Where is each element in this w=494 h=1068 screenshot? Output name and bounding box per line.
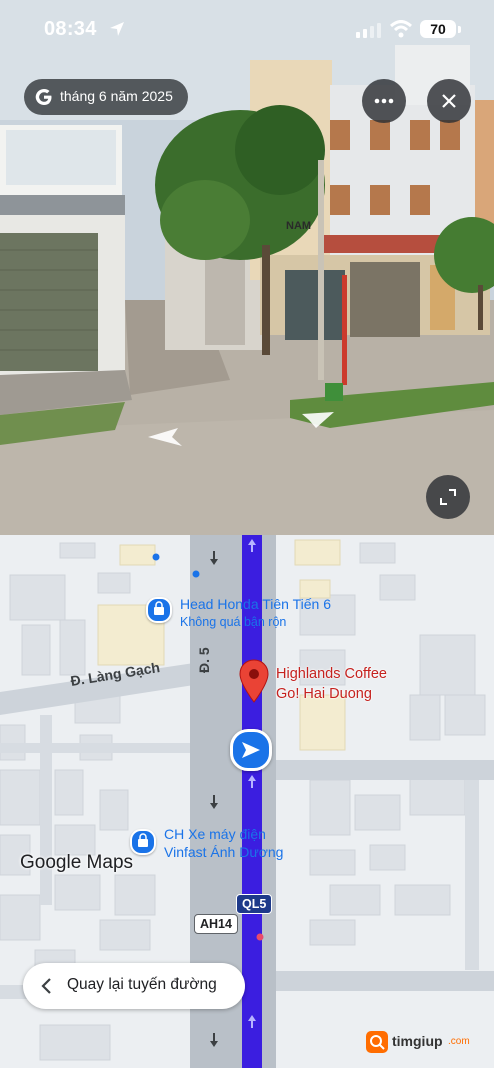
poi-name-line2: Vinfast Ánh Dương (164, 844, 284, 860)
status-time: 08:34 (44, 18, 97, 40)
more-options-button[interactable] (362, 79, 406, 123)
close-street-view-button[interactable] (427, 79, 471, 123)
chevron-left-icon (41, 978, 51, 994)
expand-street-view-button[interactable] (426, 475, 470, 519)
capture-date-chip[interactable]: tháng 6 năm 2025 (24, 79, 188, 115)
battery-icon (458, 26, 461, 33)
expand-icon (440, 489, 456, 505)
poi-name: CH Xe máy điện (164, 826, 266, 842)
watermark-logo-icon (366, 1031, 388, 1053)
shopping-bag-icon[interactable] (146, 597, 172, 623)
battery-level: 70 (420, 20, 456, 38)
highway-shield-ql5: QL5 (236, 894, 273, 914)
capture-date-label: tháng 6 năm 2025 (60, 88, 173, 104)
map-panel[interactable]: Đ. Làng Gạch Đ. 5 Head Honda Tiên Tiến 6… (0, 535, 494, 1068)
watermark-brand: timgiup (392, 1033, 443, 1049)
road-label-d5: Đ. 5 (196, 647, 212, 673)
selected-place-subtitle: Go! Hai Duong (276, 686, 372, 702)
poi-vinfast[interactable]: CH Xe máy điện Vinfast Ánh Dương (164, 825, 283, 861)
back-to-route-label: Quay lại tuyến đường (67, 976, 217, 993)
back-to-route-button[interactable]: Quay lại tuyến đường (23, 963, 245, 1009)
shop-sign: NAM (286, 220, 311, 232)
poi-name: Head Honda Tiên Tiến 6 (180, 596, 331, 612)
selected-place-name: Highlands Coffee (276, 666, 387, 682)
poi-subtitle: Không quá bận rộn (180, 615, 287, 629)
poi-head-honda[interactable]: Head Honda Tiên Tiến 6 Không quá bận rộn (180, 595, 331, 631)
current-location-arrow-icon (230, 729, 272, 771)
google-maps-logo: Google Maps (20, 852, 134, 873)
more-horizontal-icon (374, 98, 394, 104)
wifi-icon (389, 20, 413, 43)
google-g-icon (35, 89, 52, 105)
highway-shield-ah14: AH14 (194, 914, 238, 934)
location-arrow-icon (108, 20, 126, 43)
shopping-bag-icon[interactable] (130, 829, 156, 855)
selected-place-label[interactable]: Highlands Coffee Go! Hai Duong (276, 664, 387, 704)
cellular-signal-icon (356, 22, 382, 43)
street-view-panel[interactable]: NAM 08:34 70 tháng 6 năm 2025 (0, 0, 494, 535)
watermark-tld: .com (448, 1036, 470, 1047)
close-icon (442, 94, 456, 108)
status-bar: 08:34 70 (0, 0, 494, 60)
